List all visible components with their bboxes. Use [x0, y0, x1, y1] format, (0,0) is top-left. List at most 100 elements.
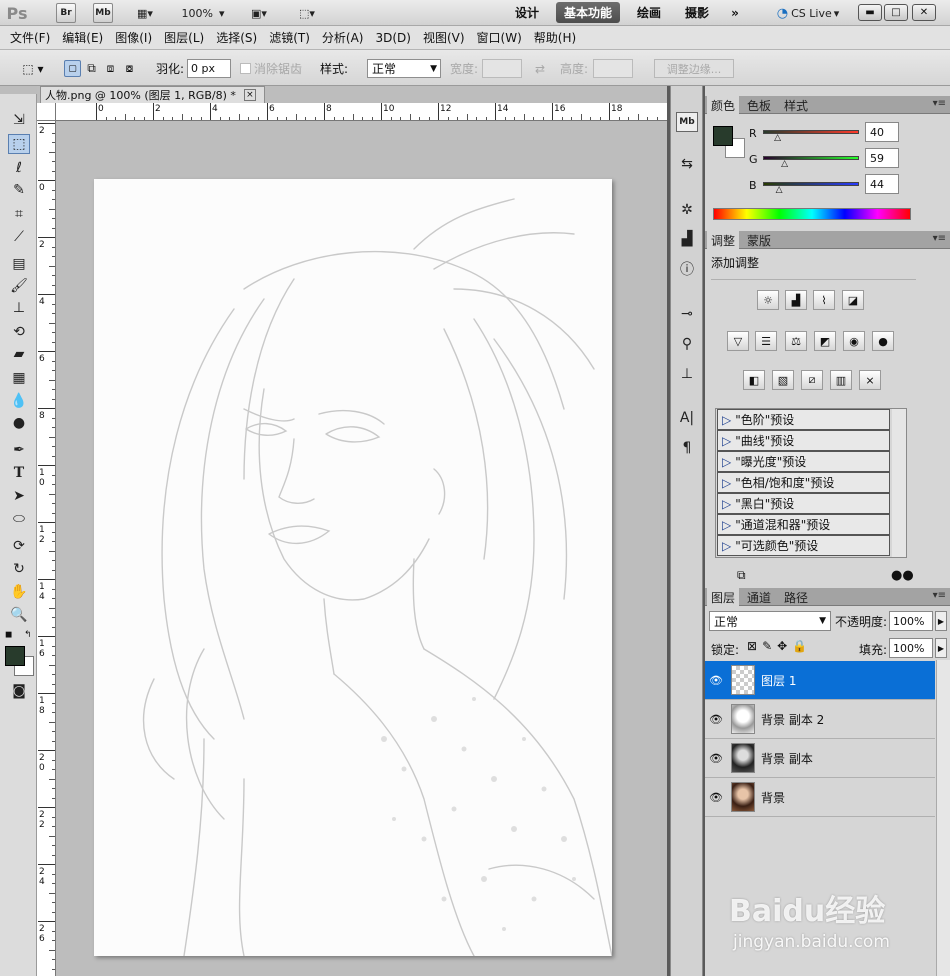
menu-analysis[interactable]: 分析(A)	[318, 29, 372, 46]
preset-levels[interactable]: ▷ "色阶"预设	[717, 409, 890, 430]
type-tool-icon[interactable]: T	[8, 463, 30, 483]
layers-scrollbar[interactable]	[936, 660, 950, 976]
selective-color-icon[interactable]: ⨯	[859, 370, 881, 390]
gradient-map-icon[interactable]: ▥	[830, 370, 852, 390]
quick-selection-icon[interactable]: ✎	[8, 180, 30, 200]
tab-styles[interactable]: 样式	[779, 96, 813, 114]
dodge-tool-icon[interactable]: ●	[8, 413, 30, 433]
blur-tool-icon[interactable]: 💧	[8, 391, 30, 411]
refine-edge-button[interactable]: 调整边缘...	[654, 59, 734, 78]
hand-tool-icon[interactable]: ✋	[8, 582, 30, 602]
green-slider[interactable]	[763, 156, 859, 160]
arrange-documents-button[interactable]: ▣▾	[242, 3, 276, 23]
menu-edit[interactable]: 编辑(E)	[58, 29, 111, 46]
foreground-color-swatch[interactable]	[5, 646, 25, 666]
slider-triangle-icon[interactable]: △	[776, 185, 783, 195]
lock-position-icon[interactable]: ✥	[777, 639, 787, 653]
tool-presets-icon[interactable]: ⊥	[676, 364, 698, 384]
zoom-level-dropdown[interactable]: 100% ▾	[178, 3, 228, 23]
brush-tool-icon[interactable]: 🖌	[8, 276, 30, 296]
workspace-design[interactable]: 设计	[506, 2, 548, 23]
color-spectrum-bar[interactable]	[713, 208, 911, 220]
default-colors-icon[interactable]: ◼	[5, 630, 12, 640]
return-to-list-icon[interactable]: ⧉	[737, 568, 746, 583]
feather-input[interactable]: 0 px	[187, 59, 231, 78]
minimize-icon[interactable]: ▬	[858, 4, 882, 21]
width-input[interactable]	[482, 59, 522, 78]
3d-rotate-icon[interactable]: ⟳	[8, 536, 30, 556]
blue-value-input[interactable]: 44	[865, 174, 899, 194]
vibrance-icon[interactable]: ▽	[727, 331, 749, 351]
layer-row[interactable]: 👁 背景	[705, 778, 935, 817]
brightness-contrast-icon[interactable]: ☼	[757, 290, 779, 310]
view-extras-button[interactable]: ▦▾	[128, 3, 162, 23]
preset-channel-mixer[interactable]: ▷ "通道混和器"预设	[717, 514, 890, 535]
menu-help[interactable]: 帮助(H)	[530, 29, 584, 46]
posterize-icon[interactable]: ▧	[772, 370, 794, 390]
workspace-essentials[interactable]: 基本功能	[556, 2, 620, 23]
history-brush-icon[interactable]: ⟲	[8, 322, 30, 342]
paragraph-icon[interactable]: ¶	[676, 438, 698, 458]
preset-exposure[interactable]: ▷ "曝光度"预设	[717, 451, 890, 472]
marquee-tool-icon[interactable]: ⬚	[8, 134, 30, 154]
ruler-origin[interactable]	[37, 103, 56, 121]
maximize-icon[interactable]: □	[884, 4, 908, 21]
tab-channels[interactable]: 通道	[743, 588, 775, 606]
toolbar-grip[interactable]	[0, 86, 37, 94]
mini-bridge-button[interactable]: Mb	[93, 3, 113, 23]
info-icon[interactable]: ⓘ	[676, 259, 698, 279]
preset-selective-color[interactable]: ▷ "可选颜色"预设	[717, 535, 890, 556]
path-selection-icon[interactable]: ➤	[8, 486, 30, 506]
layer-name[interactable]: 背景	[761, 789, 785, 806]
preset-black-white[interactable]: ▷ "黑白"预设	[717, 493, 890, 514]
history-icon[interactable]: ⇆	[676, 154, 698, 174]
panel-menu-icon[interactable]: ▾≡	[933, 590, 946, 601]
black-white-icon[interactable]: ◩	[814, 331, 836, 351]
layer-row[interactable]: 👁 图层 1	[705, 661, 935, 700]
more-workspaces-icon[interactable]: »	[724, 2, 746, 23]
tab-layers[interactable]: 图层	[707, 588, 739, 606]
fill-arrow-icon[interactable]: ▶	[935, 638, 947, 658]
zoom-tool-icon[interactable]: 🔍	[8, 605, 30, 625]
workspace-photography[interactable]: 摄影	[676, 2, 718, 23]
character-icon[interactable]: A|	[676, 408, 698, 428]
3d-orbit-icon[interactable]: ↻	[8, 559, 30, 579]
hue-saturation-icon[interactable]: ☰	[755, 331, 777, 351]
crop-tool-icon[interactable]: ⌗	[8, 204, 30, 224]
curves-icon[interactable]: ⌇	[813, 290, 835, 310]
subtract-selection-icon[interactable]: ⧈	[102, 61, 119, 76]
levels-icon[interactable]: ▟	[785, 290, 807, 310]
invert-icon[interactable]: ◧	[743, 370, 765, 390]
eyedropper-icon[interactable]: ⟋	[8, 227, 30, 247]
clip-to-layer-icon[interactable]: ●●	[891, 568, 914, 583]
threshold-icon[interactable]: ⧄	[801, 370, 823, 390]
new-selection-icon[interactable]: ▢	[64, 60, 81, 77]
eye-icon[interactable]: 👁	[705, 752, 727, 765]
panel-menu-icon[interactable]: ▾≡	[933, 98, 946, 109]
lasso-tool-icon[interactable]: ℓ	[8, 158, 30, 178]
exposure-icon[interactable]: ◪	[842, 290, 864, 310]
gradient-tool-icon[interactable]: ▦	[8, 368, 30, 388]
layer-row[interactable]: 👁 背景 副本	[705, 739, 935, 778]
cs-live-button[interactable]: ◔ CS Live ▾	[770, 3, 846, 23]
presets-scrollbar[interactable]	[892, 409, 906, 557]
menu-layer[interactable]: 图层(L)	[160, 29, 212, 46]
screen-mode-button[interactable]: ⬚▾	[290, 3, 324, 23]
blend-mode-select[interactable]: 正常 ▼	[709, 611, 831, 631]
menu-view[interactable]: 视图(V)	[419, 29, 473, 46]
eye-icon[interactable]: 👁	[705, 713, 727, 726]
mini-bridge-icon[interactable]: Mb	[676, 112, 698, 132]
red-value-input[interactable]: 40	[865, 122, 899, 142]
color-balance-icon[interactable]: ⚖	[785, 331, 807, 351]
horizontal-ruler[interactable]: 0 2 4 6 8 10 12 14 16 18	[56, 103, 667, 121]
menu-3d[interactable]: 3D(D)	[371, 31, 418, 45]
height-input[interactable]	[593, 59, 633, 78]
histogram-icon[interactable]: ▟	[676, 229, 698, 249]
tab-masks[interactable]: 蒙版	[743, 231, 775, 249]
menu-filter[interactable]: 滤镜(T)	[265, 29, 318, 46]
lock-pixels-icon[interactable]: ✎	[762, 639, 772, 653]
menu-image[interactable]: 图像(I)	[111, 29, 160, 46]
bridge-button[interactable]: Br	[56, 3, 76, 23]
fill-input[interactable]: 100%	[889, 638, 933, 658]
tab-color[interactable]: 颜色	[707, 96, 739, 114]
